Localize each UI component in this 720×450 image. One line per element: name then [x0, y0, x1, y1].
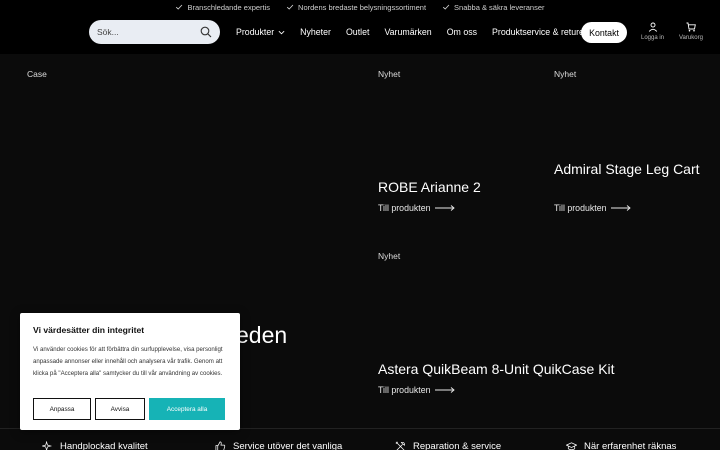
accept-all-button[interactable]: Acceptera alla	[149, 398, 225, 420]
usp-item: Snabba & säkra leveranser	[442, 2, 545, 12]
main-nav: Produkter Nyheter Outlet Varumärken Om o…	[236, 14, 587, 50]
tools-icon	[395, 441, 405, 450]
feature-label: Service utöver det vanliga	[233, 441, 343, 450]
case-label: Case	[27, 69, 47, 79]
user-icon	[648, 22, 657, 32]
sparkle-icon	[42, 441, 53, 450]
hero-heading: eden	[236, 322, 288, 348]
feature-item: Service utöver det vanliga	[215, 441, 342, 450]
feature-label: Reparation & service	[413, 441, 502, 450]
card-badge: Nyhet	[378, 69, 401, 79]
cart-label: Varukorg	[679, 35, 703, 41]
card-title[interactable]: Astera QuikBeam 8-Unit QuikCase Kit	[378, 360, 678, 378]
card-title[interactable]: ROBE Arianne 2	[378, 178, 538, 196]
usp-label: Nordens bredaste belysningssortiment	[298, 2, 427, 12]
login-button[interactable]: Logga in	[641, 22, 664, 41]
cookie-buttons: Anpassa Avvisa Acceptera alla	[33, 398, 225, 420]
usp-bar: Branschledande expertis Nordens bredaste…	[0, 0, 720, 14]
card-badge: Nyhet	[378, 251, 401, 261]
feature-item: Reparation & service	[395, 441, 501, 450]
check-icon	[442, 4, 450, 10]
cookie-text: Vi använder cookies för att förbättra di…	[33, 346, 223, 377]
graduation-cap-icon	[566, 442, 577, 450]
chevron-down-icon	[278, 30, 285, 34]
reject-button[interactable]: Avvisa	[95, 398, 145, 420]
feature-item: Handplockad kvalitet	[42, 441, 148, 450]
cart-button[interactable]: Varukorg	[679, 22, 703, 41]
site-header: Produkter Nyheter Outlet Varumärken Om o…	[0, 14, 720, 54]
feature-label: När erfarenhet räknas	[584, 441, 677, 450]
login-label: Logga in	[641, 35, 665, 41]
check-icon	[286, 4, 294, 10]
nav-item-news[interactable]: Nyheter	[300, 27, 331, 37]
cookie-consent-dialog: Vi värdesätter din integritet Vi använde…	[20, 313, 240, 430]
arrow-right-icon	[435, 387, 456, 393]
card-link-label: Till produkten	[378, 203, 431, 213]
card-title[interactable]: Admiral Stage Leg Cart	[554, 160, 704, 178]
arrow-right-icon	[435, 205, 456, 211]
customize-button[interactable]: Anpassa	[33, 398, 91, 420]
nav-item-brands[interactable]: Varumärken	[384, 27, 431, 37]
nav-item-about[interactable]: Om oss	[447, 27, 477, 37]
search-input[interactable]	[97, 27, 200, 37]
search-icon[interactable]	[200, 26, 212, 38]
contact-button[interactable]: Kontakt	[581, 22, 627, 43]
cookie-title: Vi värdesätter din integritet	[33, 325, 145, 335]
card-link-label: Till produkten	[554, 203, 607, 213]
nav-item-service[interactable]: Produktservice & returer	[492, 27, 587, 37]
features-bar: Handplockad kvalitet Service utöver det …	[0, 428, 720, 450]
card-badge: Nyhet	[554, 69, 577, 79]
cart-icon	[686, 22, 696, 32]
card-link[interactable]: Till produkten	[378, 203, 456, 213]
nav-item-outlet[interactable]: Outlet	[346, 27, 369, 37]
usp-label: Branschledande expertis	[187, 2, 271, 12]
search-box[interactable]	[89, 20, 220, 44]
nav-item-products[interactable]: Produkter	[236, 27, 285, 37]
card-link[interactable]: Till produkten	[554, 203, 632, 213]
arrow-right-icon	[611, 205, 632, 211]
card-link[interactable]: Till produkten	[378, 385, 456, 395]
usp-label: Snabba & säkra leveranser	[454, 2, 545, 12]
usp-item: Branschledande expertis	[175, 3, 270, 12]
nav-label: Produkter	[236, 27, 275, 37]
feature-item: När erfarenhet räknas	[566, 441, 676, 450]
usp-item: Nordens bredaste belysningssortiment	[286, 3, 426, 12]
feature-label: Handplockad kvalitet	[60, 441, 148, 450]
card-link-label: Till produkten	[378, 385, 431, 395]
check-icon	[176, 4, 183, 10]
thumbs-up-icon	[215, 441, 226, 450]
